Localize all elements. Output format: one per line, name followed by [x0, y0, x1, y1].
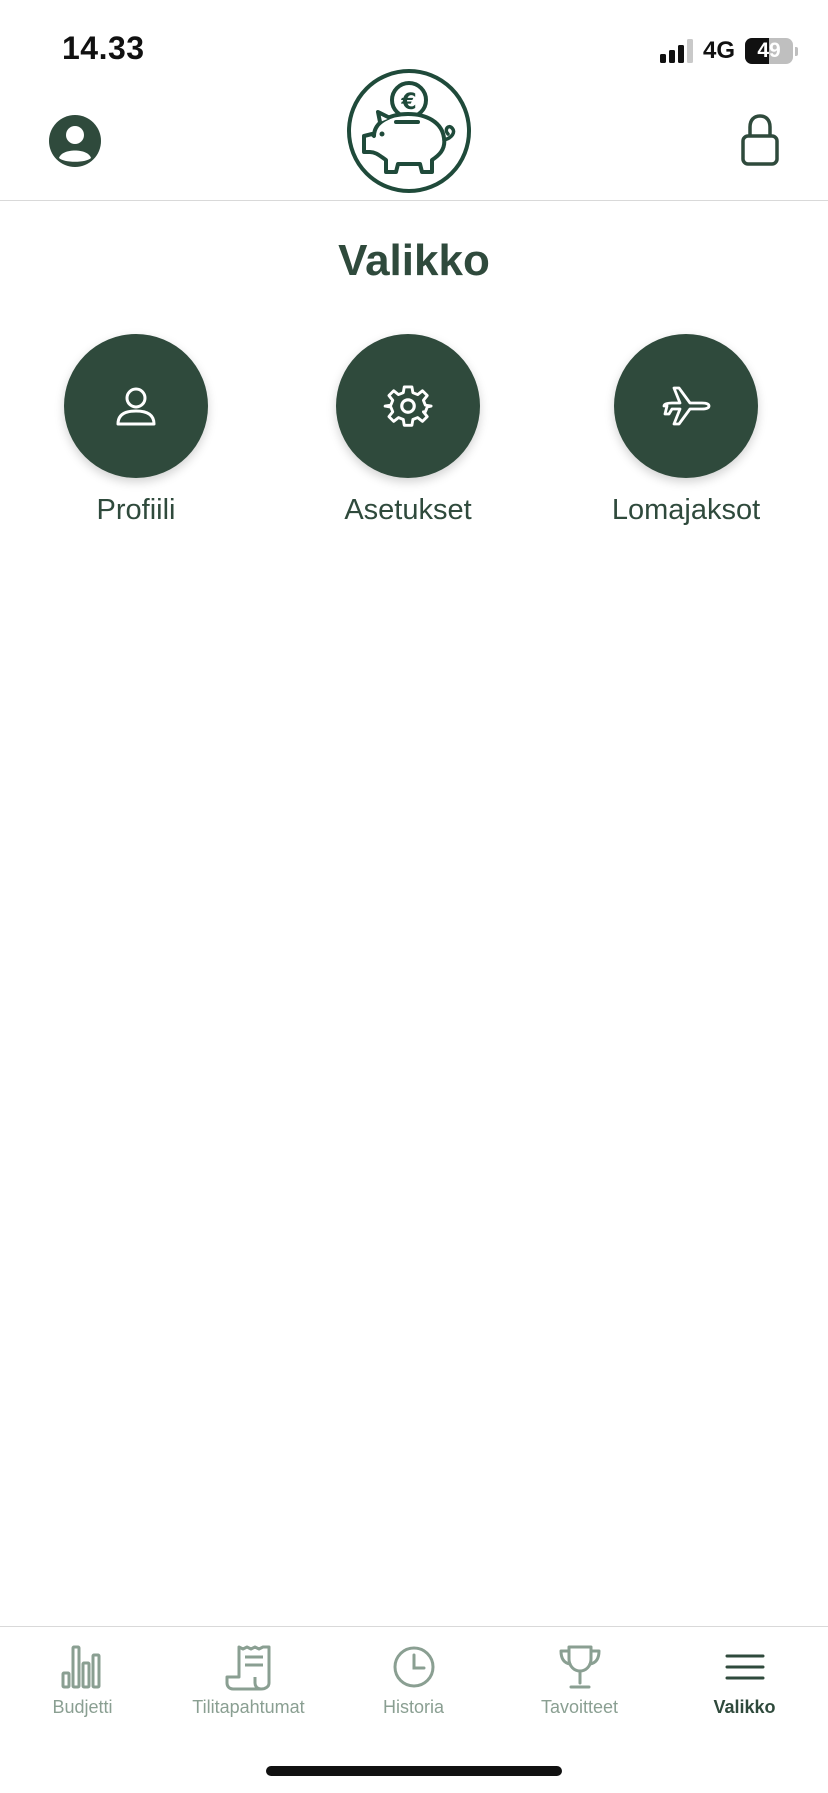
menu-item-profile[interactable]: Profiili: [26, 334, 246, 534]
airplane-icon: [662, 386, 711, 426]
menu-item-profile-circle: [64, 334, 208, 478]
lock-button[interactable]: [740, 114, 780, 166]
menu-item-holidays-circle: [614, 334, 758, 478]
receipt-icon: [225, 1645, 270, 1691]
menu-item-settings-circle: [336, 334, 480, 478]
tab-budget[interactable]: Budjetti: [0, 1643, 165, 1718]
status-indicators: 4G 49: [659, 36, 798, 66]
battery-icon: 49: [745, 38, 793, 64]
menu-item-settings[interactable]: Asetukset: [298, 334, 518, 534]
home-indicator[interactable]: [266, 1766, 562, 1776]
tab-label: Tilitapahtumat: [192, 1697, 305, 1717]
tab-label: Historia: [382, 1697, 444, 1717]
tab-history[interactable]: Historia: [331, 1643, 496, 1718]
status-time: 14.33: [62, 30, 145, 66]
euro-symbol: €: [400, 90, 416, 115]
menu-item-label: Lomajaksot: [611, 494, 761, 526]
trophy-icon: [559, 1645, 600, 1689]
gear-icon: [383, 385, 433, 427]
signal-strength-icon: [659, 39, 693, 63]
menu-item-label: Profiili: [96, 494, 176, 526]
tab-label: Tavoitteet: [540, 1697, 619, 1717]
page-title: Valikko: [338, 236, 490, 285]
tab-goals[interactable]: Tavoitteet: [497, 1643, 662, 1718]
app-logo: €: [346, 68, 472, 194]
clock-icon: [393, 1646, 434, 1688]
menu-item-label: Asetukset: [344, 494, 472, 526]
app-header: €: [0, 66, 828, 201]
user-circle-icon: [49, 115, 101, 167]
menu-item-holidays[interactable]: Lomajaksot: [576, 334, 796, 534]
battery-tip: [795, 46, 798, 56]
piggy-bank-icon: €: [347, 69, 471, 193]
tab-label: Budjetti: [52, 1697, 113, 1717]
tab-menu[interactable]: Valikko: [662, 1643, 827, 1718]
bar-chart-icon: [61, 1645, 100, 1689]
tab-label: Valikko: [713, 1697, 776, 1717]
lock-icon: [741, 114, 779, 166]
hamburger-menu-icon: [725, 1654, 764, 1680]
tab-transactions[interactable]: Tilitapahtumat: [166, 1643, 331, 1718]
network-type: 4G: [702, 37, 735, 64]
profile-button[interactable]: [48, 114, 102, 168]
battery-percent: 49: [757, 39, 781, 62]
user-icon: [116, 387, 156, 426]
